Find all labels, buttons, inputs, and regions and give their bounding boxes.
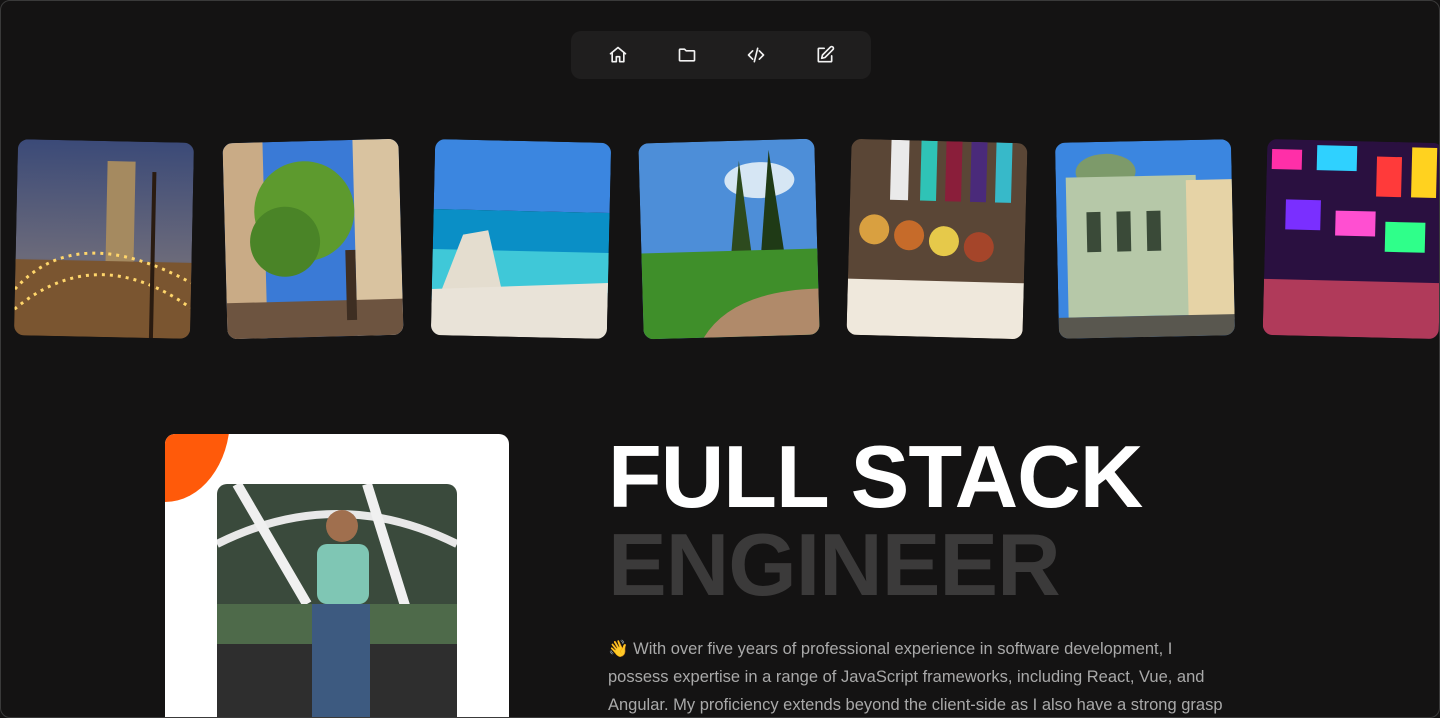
nav-blog-button[interactable]	[805, 35, 845, 75]
gallery-photo-alley[interactable]	[222, 138, 404, 340]
code-icon	[747, 47, 764, 63]
hero-title: FULL STACK ENGINEER	[608, 427, 1143, 614]
profile-card	[165, 434, 509, 717]
page-frame: FULL STACK ENGINEER 👋 With over five yea…	[0, 0, 1440, 718]
nav-home-button[interactable]	[598, 35, 638, 75]
nav-projects-button[interactable]	[667, 35, 707, 75]
profile-photo	[217, 484, 457, 717]
gallery-photo-garden[interactable]	[638, 138, 820, 340]
gallery-photo-sea-rock[interactable]	[430, 139, 612, 339]
photo-gallery	[1, 138, 1439, 340]
folder-icon	[678, 48, 695, 62]
hero-title-line1: FULL STACK	[608, 427, 1143, 526]
gallery-photo-building[interactable]	[1054, 139, 1236, 339]
hero-title-line2: ENGINEER	[608, 515, 1061, 614]
gallery-photo-neon-street[interactable]	[1262, 138, 1439, 340]
hero-description: 👋 With over five years of professional e…	[608, 640, 1223, 714]
home-icon	[609, 46, 626, 63]
gallery-photo-market[interactable]	[846, 138, 1028, 340]
edit-icon	[817, 45, 834, 63]
top-nav	[571, 31, 871, 79]
gallery-photo-courtyard[interactable]	[13, 139, 195, 339]
nav-code-button[interactable]	[736, 35, 776, 75]
